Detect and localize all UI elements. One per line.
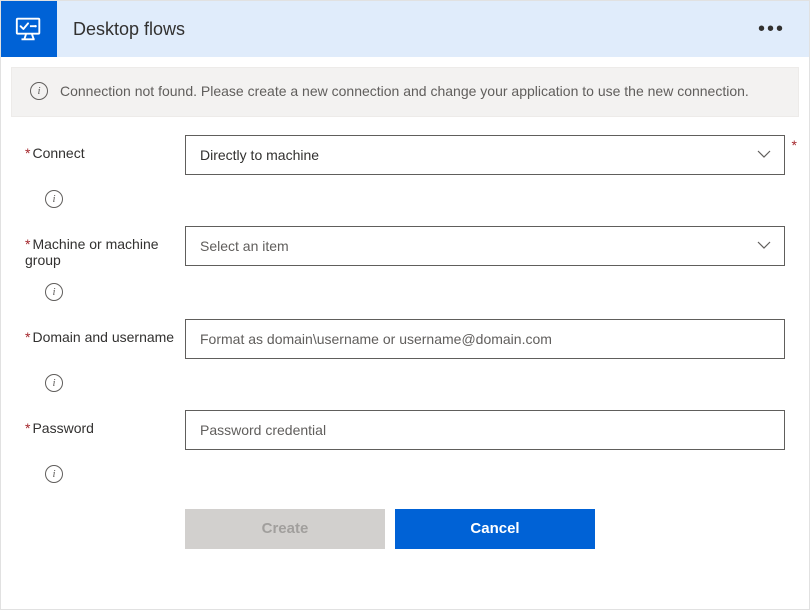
machine-row: *Machine or machine group Select an item: [25, 226, 785, 268]
info-icon[interactable]: i: [45, 283, 63, 301]
domain-user-row: *Domain and username: [25, 319, 785, 359]
required-indicator: *: [25, 329, 30, 345]
password-label: *Password: [25, 410, 185, 436]
connect-select-value: Directly to machine: [200, 147, 319, 163]
domain-user-info-row: i: [25, 367, 785, 410]
connect-info-row: i: [25, 183, 785, 226]
info-icon[interactable]: i: [45, 374, 63, 392]
info-icon: i: [30, 82, 48, 100]
create-button: Create: [185, 509, 385, 549]
password-info-row: i: [25, 458, 785, 501]
machine-label: *Machine or machine group: [25, 226, 185, 268]
required-indicator: *: [25, 236, 30, 252]
machine-info-row: i: [25, 276, 785, 319]
alert-banner: i Connection not found. Please create a …: [11, 67, 799, 117]
required-indicator: *: [792, 137, 797, 153]
panel-header: Desktop flows •••: [1, 1, 809, 57]
desktop-flows-icon: [1, 1, 57, 57]
connect-label: *Connect: [25, 135, 185, 161]
domain-user-input[interactable]: [185, 319, 785, 359]
machine-select[interactable]: Select an item: [185, 226, 785, 266]
cancel-button[interactable]: Cancel: [395, 509, 595, 549]
required-indicator: *: [25, 420, 30, 436]
panel-title: Desktop flows: [73, 19, 752, 40]
password-row: *Password: [25, 410, 785, 450]
password-input[interactable]: [185, 410, 785, 450]
alert-text: Connection not found. Please create a ne…: [60, 82, 749, 102]
desktop-flows-panel: Desktop flows ••• i Connection not found…: [0, 0, 810, 610]
more-options-button[interactable]: •••: [752, 14, 791, 45]
info-icon[interactable]: i: [45, 190, 63, 208]
button-row: Create Cancel: [185, 501, 785, 567]
machine-select-placeholder: Select an item: [200, 238, 289, 254]
connection-form: *Connect Directly to machine * i *Machin…: [1, 117, 809, 609]
connect-select[interactable]: Directly to machine: [185, 135, 785, 175]
domain-user-label: *Domain and username: [25, 319, 185, 345]
required-indicator: *: [25, 145, 30, 161]
info-icon[interactable]: i: [45, 465, 63, 483]
connect-row: *Connect Directly to machine *: [25, 135, 785, 175]
